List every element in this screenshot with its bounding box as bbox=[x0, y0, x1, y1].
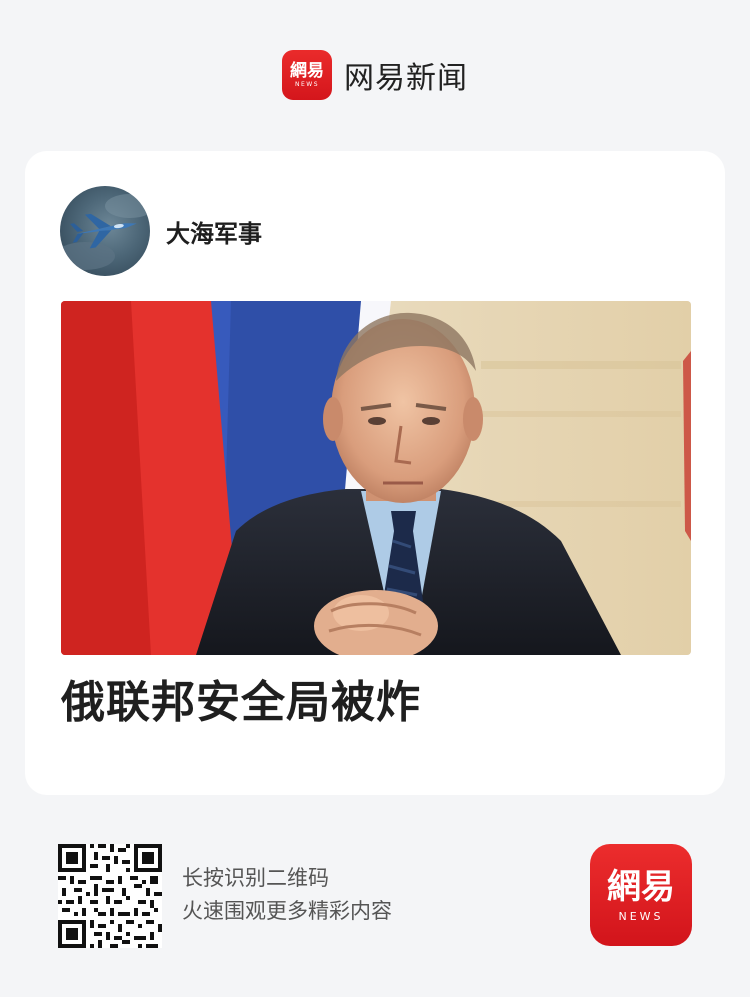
qr-hint-line-2: 火速围观更多精彩内容 bbox=[182, 899, 392, 923]
author-row[interactable]: 大海军事 bbox=[60, 186, 262, 276]
qr-hint-line-1: 长按识别二维码 bbox=[182, 866, 329, 890]
qr-instructions: 长按识别二维码 火速围观更多精彩内容 bbox=[182, 862, 392, 928]
fighter-jet-icon bbox=[60, 194, 150, 270]
qr-code-icon[interactable] bbox=[58, 844, 162, 948]
logo-en-text: NEWS bbox=[294, 80, 320, 88]
share-footer: 长按识别二维码 火速围观更多精彩内容 網易 NEWS bbox=[58, 844, 692, 948]
author-avatar[interactable] bbox=[60, 186, 150, 276]
app-icon-cn-text: 網易 bbox=[607, 866, 675, 907]
brand-name: 网易新闻 bbox=[344, 61, 468, 96]
netease-news-app-icon: 網易 NEWS bbox=[590, 844, 692, 946]
article-headline[interactable]: 俄联邦安全局被炸 bbox=[61, 671, 691, 735]
app-icon-en-text: NEWS bbox=[618, 909, 664, 923]
news-photo-icon bbox=[61, 301, 691, 655]
author-name[interactable]: 大海军事 bbox=[166, 214, 262, 249]
article-card[interactable]: 大海军事 俄联邦安全局被炸 bbox=[25, 151, 725, 795]
netease-news-logo: 網易 NEWS bbox=[282, 50, 332, 100]
article-image[interactable] bbox=[61, 301, 691, 655]
app-header: 網易 NEWS 网易新闻 bbox=[0, 48, 750, 102]
logo-cn-text: 網易 bbox=[290, 60, 324, 81]
